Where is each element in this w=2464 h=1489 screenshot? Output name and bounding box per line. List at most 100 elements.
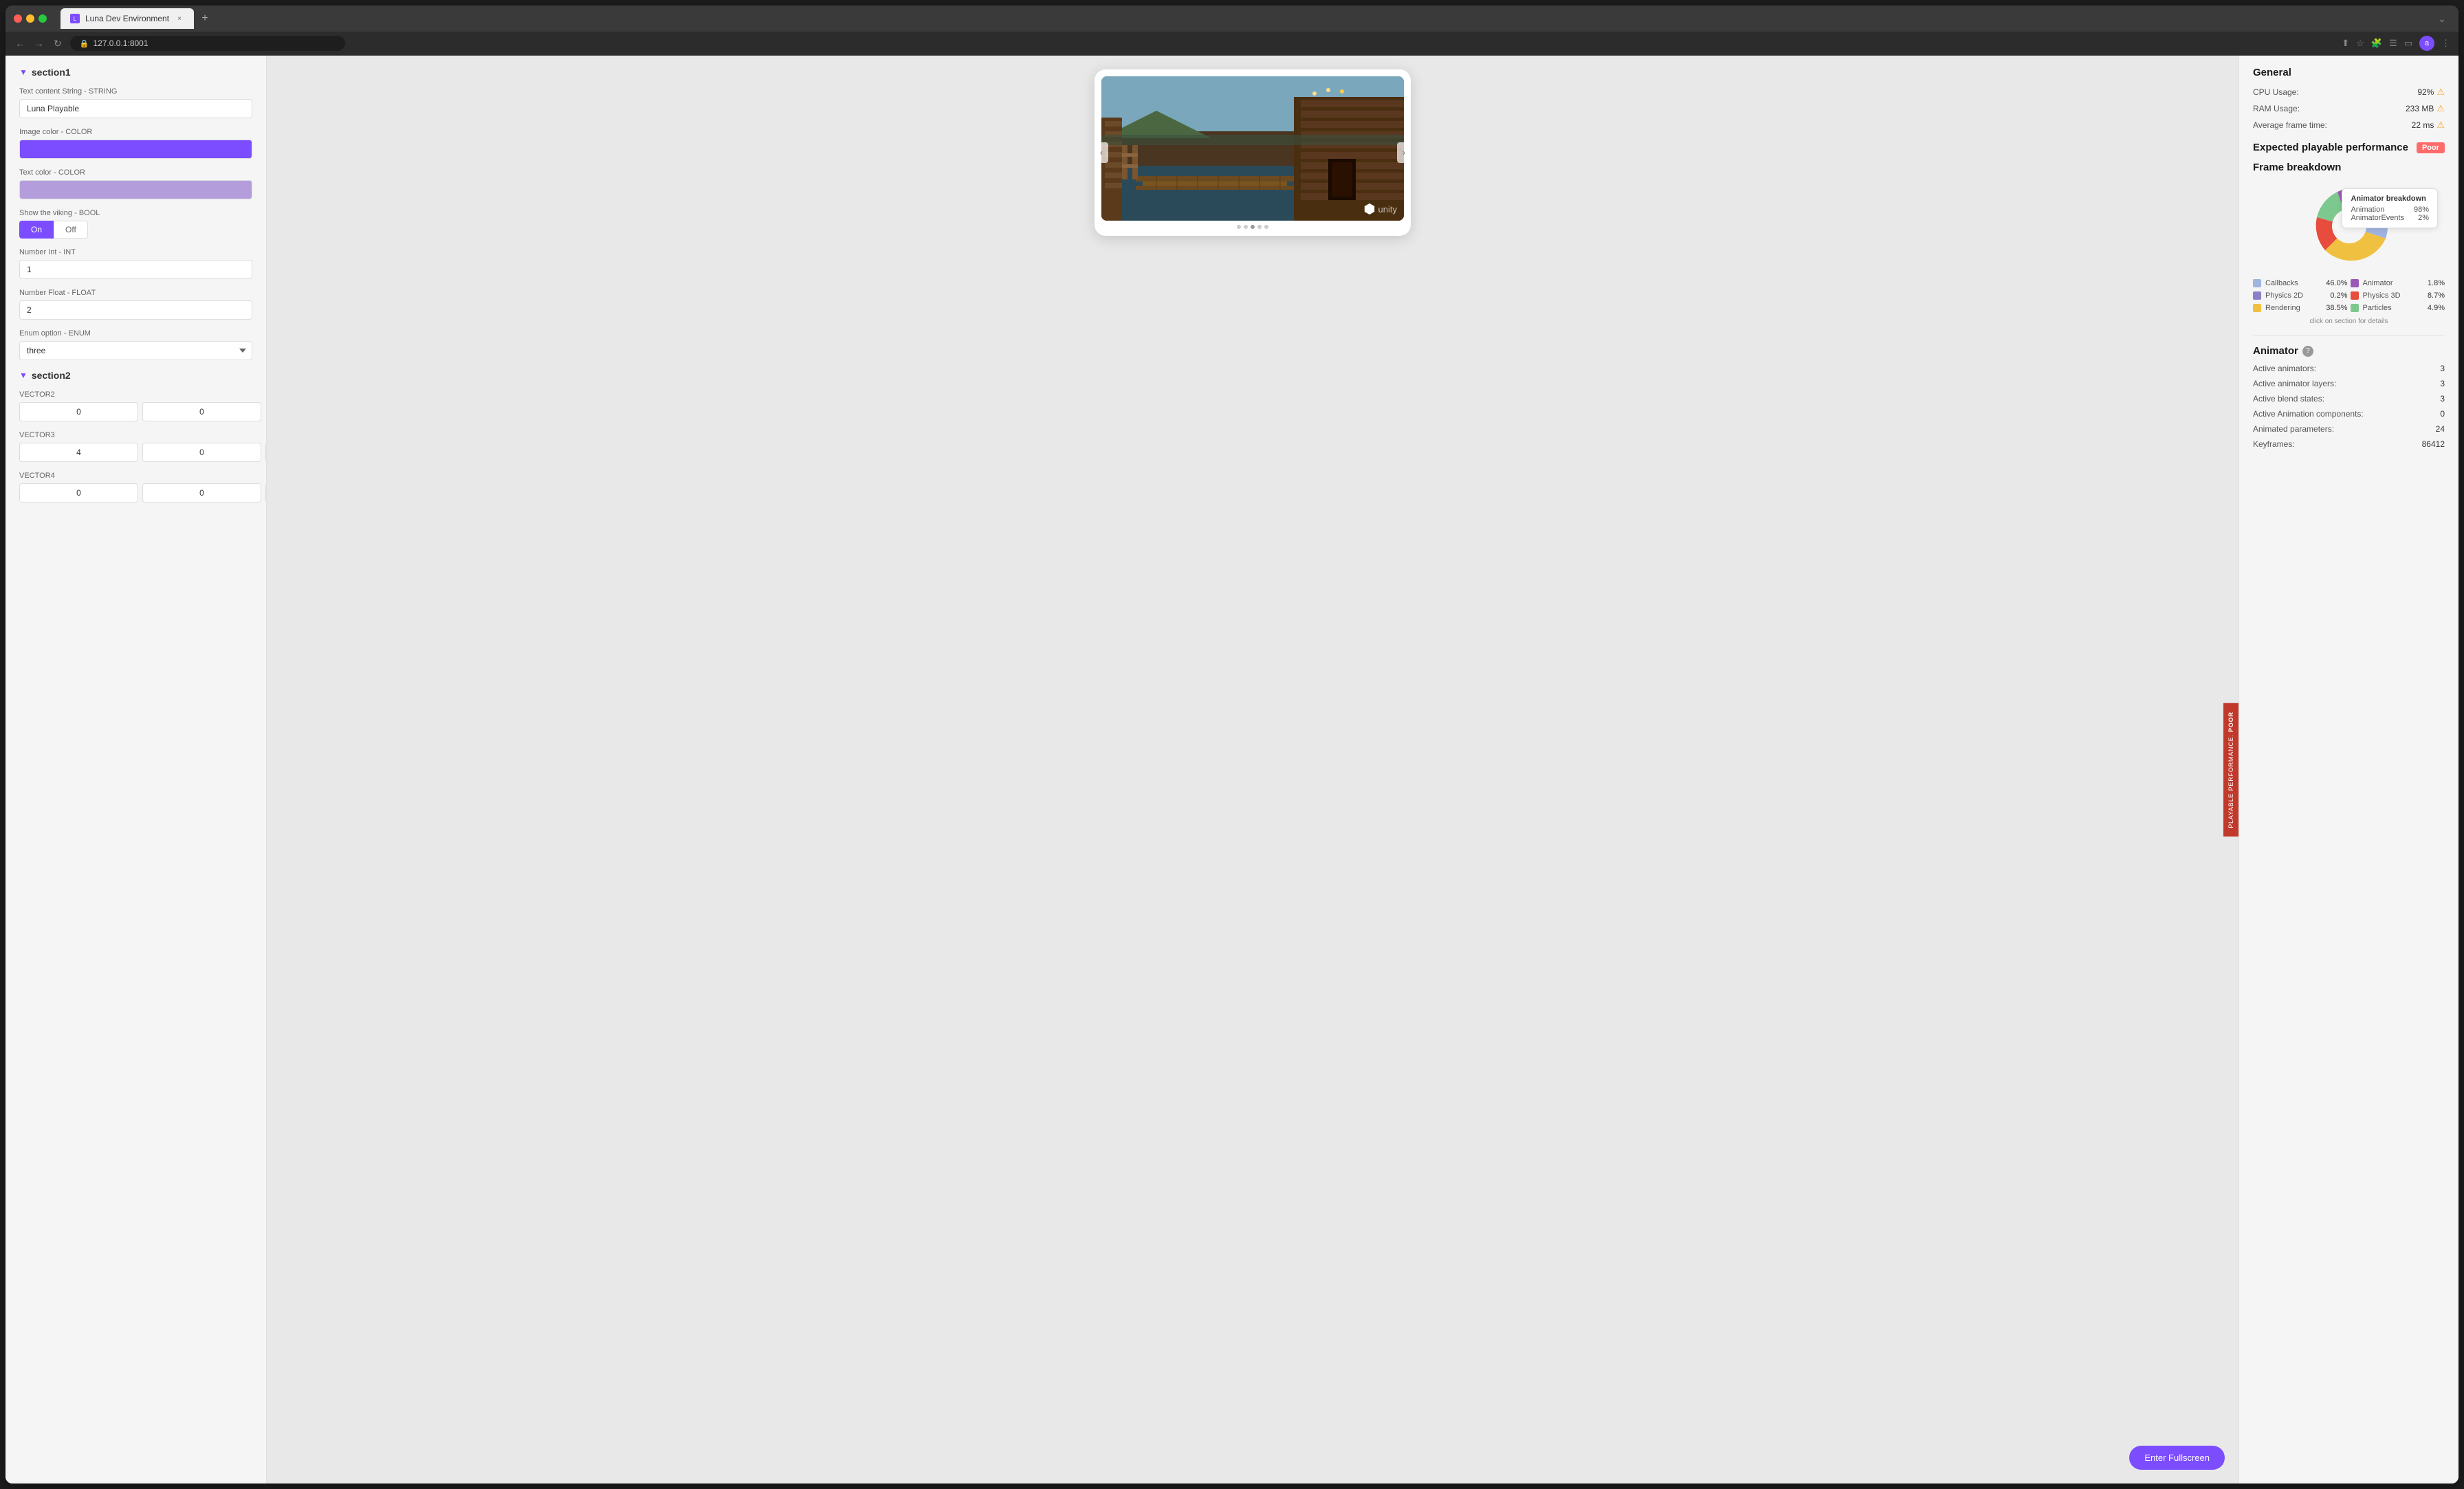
vector3-y-input[interactable] bbox=[142, 443, 261, 462]
vector4-label: VECTOR4 bbox=[19, 472, 252, 480]
animator-stat-value-3: 0 bbox=[2440, 409, 2445, 419]
vector4-y-input[interactable] bbox=[142, 483, 261, 503]
bool-on-button[interactable]: On bbox=[19, 221, 54, 239]
list-icon[interactable]: ☰ bbox=[2389, 38, 2397, 49]
legend-grid: Callbacks 46.0% Animator 1.8% Physics 2D… bbox=[2253, 279, 2445, 312]
unity-text: unity bbox=[1378, 204, 1397, 214]
tooltip-animation-pct: 98% bbox=[2414, 206, 2429, 214]
enter-fullscreen-button[interactable]: Enter Fullscreen bbox=[2129, 1446, 2225, 1470]
url-field[interactable]: 🔒 127.0.0.1:8001 bbox=[70, 36, 345, 51]
ram-stat-row: RAM Usage: 233 MB ⚠ bbox=[2253, 103, 2445, 114]
preview-nav-right[interactable]: › bbox=[1397, 142, 1411, 163]
menu-icon[interactable]: ⋮ bbox=[2441, 38, 2450, 49]
vector2-field: VECTOR2 bbox=[19, 390, 252, 421]
enum-field: Enum option - ENUM one two three four bbox=[19, 329, 252, 360]
ram-label: RAM Usage: bbox=[2253, 104, 2300, 113]
close-button[interactable] bbox=[14, 14, 22, 23]
chart-tooltip: Animator breakdown Animation 98% Animato… bbox=[2342, 188, 2438, 228]
legend-color-5 bbox=[2351, 304, 2359, 312]
legend-item-4: Rendering 38.5% bbox=[2253, 304, 2348, 312]
refresh-button[interactable]: ↻ bbox=[52, 36, 63, 51]
animator-stat-row-1: Active animator layers: 3 bbox=[2253, 379, 2445, 388]
center-area: unity ‹ › Playable Performance bbox=[267, 56, 2238, 1484]
vector4-field: VECTOR4 bbox=[19, 472, 252, 503]
legend-item-0: Callbacks 46.0% bbox=[2253, 279, 2348, 287]
user-avatar[interactable]: a bbox=[2419, 36, 2434, 51]
section2-toggle[interactable]: ▼ bbox=[19, 371, 28, 380]
general-title: General bbox=[2253, 67, 2445, 78]
sidebar-icon[interactable]: ▭ bbox=[2404, 38, 2412, 49]
image-color-swatch[interactable] bbox=[19, 140, 252, 159]
text-color-swatch[interactable] bbox=[19, 180, 252, 199]
help-icon[interactable]: ? bbox=[2302, 346, 2313, 357]
animator-stat-row-3: Active Animation components: 0 bbox=[2253, 409, 2445, 419]
legend-value-0: 46.0% bbox=[2326, 279, 2347, 287]
maximize-button[interactable] bbox=[38, 14, 47, 23]
tooltip-events-label: AnimatorEvents bbox=[2351, 214, 2404, 222]
perf-header: Expected playable performance Poor bbox=[2253, 142, 2445, 153]
legend-name-3: Physics 3D bbox=[2363, 291, 2401, 300]
number-float-input[interactable] bbox=[19, 300, 252, 320]
animator-stat-value-0: 3 bbox=[2440, 364, 2445, 373]
bookmark-icon[interactable]: ☆ bbox=[2356, 38, 2364, 49]
click-hint: click on section for details bbox=[2253, 318, 2445, 325]
dot-2 bbox=[1244, 225, 1248, 229]
unity-logo: unity bbox=[1363, 203, 1397, 215]
text-content-input[interactable] bbox=[19, 99, 252, 118]
active-tab[interactable]: L Luna Dev Environment × bbox=[60, 8, 194, 29]
new-tab-button[interactable]: + bbox=[197, 10, 213, 27]
legend-value-2: 0.2% bbox=[2330, 291, 2347, 300]
animator-stat-label-3: Active Animation components: bbox=[2253, 409, 2364, 419]
perf-vertical-text: Playable Performance: bbox=[2228, 731, 2234, 828]
vector4-inputs bbox=[19, 483, 252, 503]
vector2-inputs bbox=[19, 402, 252, 421]
legend-name-1: Animator bbox=[2363, 279, 2393, 287]
animator-stat-label-0: Active animators: bbox=[2253, 364, 2316, 373]
back-button[interactable]: ← bbox=[14, 36, 26, 50]
legend-value-1: 1.8% bbox=[2428, 279, 2445, 287]
poor-status-badge: Poor bbox=[2417, 142, 2445, 153]
vector3-x-input[interactable] bbox=[19, 443, 138, 462]
number-int-input[interactable] bbox=[19, 260, 252, 279]
tooltip-events-pct: 2% bbox=[2418, 214, 2429, 222]
preview-nav-left[interactable]: ‹ bbox=[1094, 142, 1108, 163]
forward-button[interactable]: → bbox=[33, 36, 45, 50]
animator-stat-row-0: Active animators: 3 bbox=[2253, 364, 2445, 373]
perf-vertical-container: Playable Performance: Poor bbox=[2223, 703, 2238, 837]
traffic-lights bbox=[14, 14, 47, 23]
chart-container: Animator breakdown Animation 98% Animato… bbox=[2253, 181, 2445, 271]
legend-item-3: Physics 3D 8.7% bbox=[2351, 291, 2445, 300]
title-bar: L Luna Dev Environment × + ⌄ bbox=[6, 5, 2458, 32]
dot-4 bbox=[1257, 225, 1262, 229]
show-viking-label: Show the viking - BOOL bbox=[19, 209, 252, 217]
enum-select[interactable]: one two three four bbox=[19, 341, 252, 360]
vector4-x-input[interactable] bbox=[19, 483, 138, 503]
cpu-stat-row: CPU Usage: 92% ⚠ bbox=[2253, 87, 2445, 98]
cpu-label: CPU Usage: bbox=[2253, 87, 2299, 97]
frame-warn-icon: ⚠ bbox=[2436, 120, 2445, 131]
toolbar-right: ⬆ ☆ 🧩 ☰ ▭ a ⋮ bbox=[2342, 36, 2450, 51]
tab-close-button[interactable]: × bbox=[175, 14, 184, 23]
legend-value-4: 38.5% bbox=[2326, 304, 2347, 312]
legend-name-4: Rendering bbox=[2265, 304, 2300, 312]
animator-stats: Active animators: 3 Active animator laye… bbox=[2253, 364, 2445, 449]
ram-warn-icon: ⚠ bbox=[2436, 103, 2445, 114]
cpu-warn-icon: ⚠ bbox=[2436, 87, 2445, 98]
section1-toggle[interactable]: ▼ bbox=[19, 67, 28, 77]
extensions-icon[interactable]: 🧩 bbox=[2371, 38, 2382, 49]
vector2-x-input[interactable] bbox=[19, 402, 138, 421]
minimize-button[interactable] bbox=[26, 14, 34, 23]
animator-stat-row-2: Active blend states: 3 bbox=[2253, 394, 2445, 404]
share-icon[interactable]: ⬆ bbox=[2342, 38, 2349, 49]
frame-breakdown-title: Frame breakdown bbox=[2253, 162, 2445, 173]
text-color-label: Text color - COLOR bbox=[19, 168, 252, 177]
image-color-field: Image color - COLOR bbox=[19, 128, 252, 159]
frame-value-text: 22 ms bbox=[2412, 120, 2434, 130]
frame-stat-row: Average frame time: 22 ms ⚠ bbox=[2253, 120, 2445, 131]
legend-value-3: 8.7% bbox=[2428, 291, 2445, 300]
bool-off-button[interactable]: Off bbox=[54, 221, 88, 239]
perf-vertical-bar: Playable Performance: Poor bbox=[2223, 703, 2238, 837]
section1-title: section1 bbox=[32, 67, 71, 78]
vector2-y-input[interactable] bbox=[142, 402, 261, 421]
legend-item-5: Particles 4.9% bbox=[2351, 304, 2445, 312]
